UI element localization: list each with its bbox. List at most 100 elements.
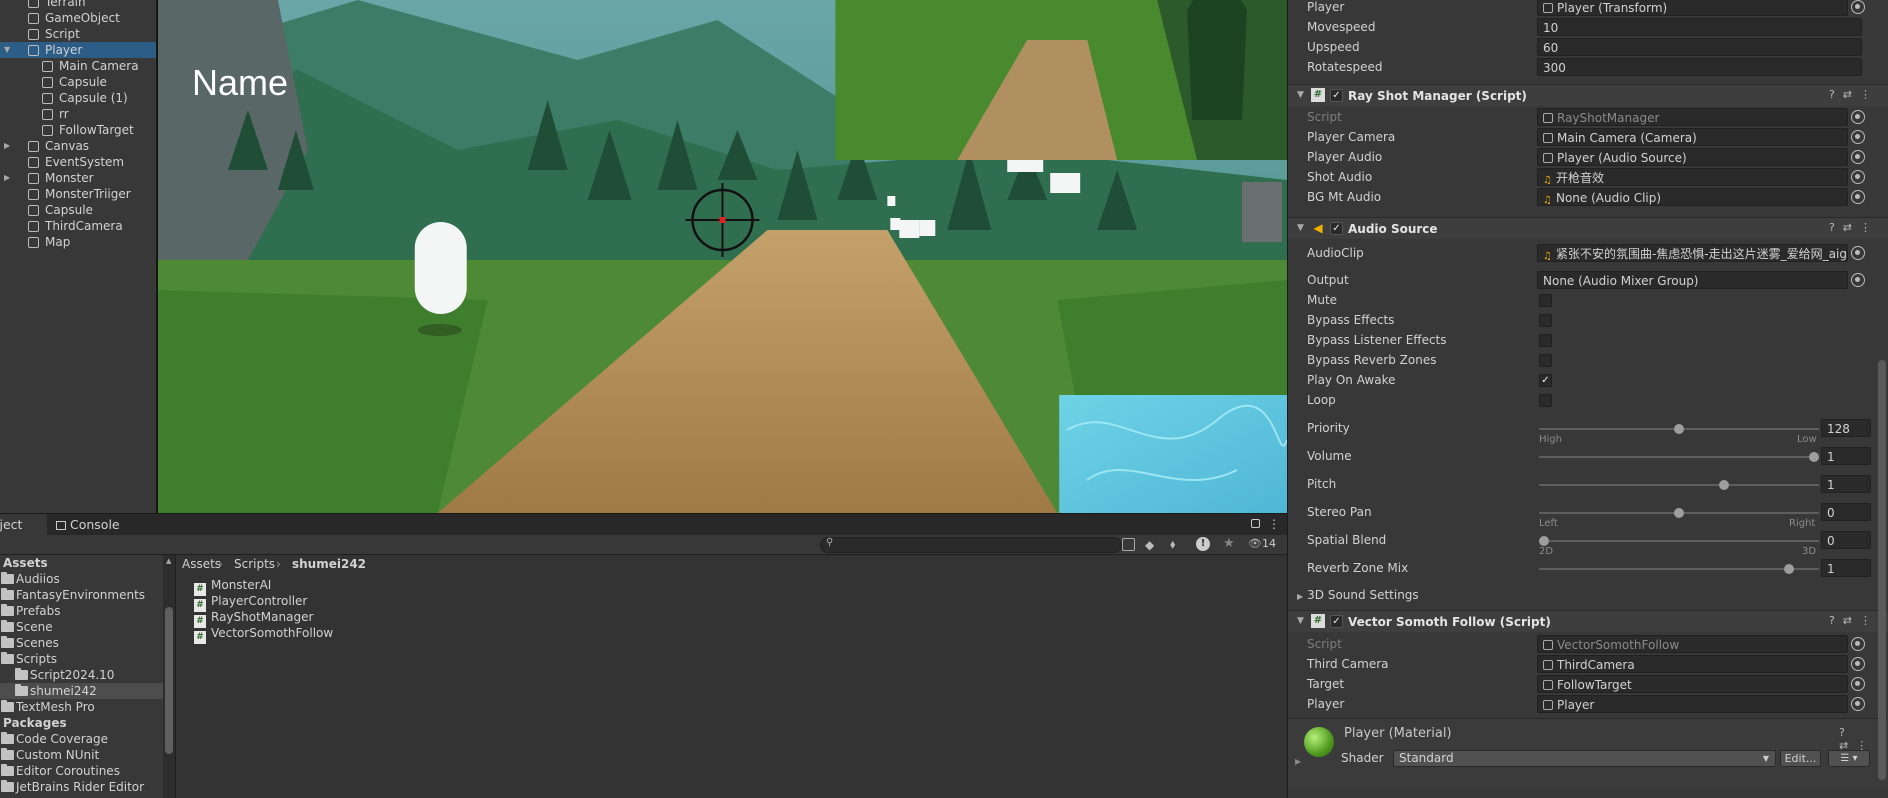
scroll-thumb[interactable]	[165, 607, 173, 754]
hierarchy-item[interactable]: ▶ Monster	[0, 170, 156, 186]
object-field[interactable]: None (Audio Mixer Group)	[1537, 271, 1848, 289]
folder-item[interactable]: TextMesh Pro	[0, 699, 165, 715]
presets-icon[interactable]: ⇄	[1843, 221, 1860, 234]
hierarchy-item[interactable]: Main Camera	[0, 58, 156, 74]
object-picker-icon[interactable]	[1851, 246, 1865, 260]
help-icon[interactable]: ?	[1829, 221, 1843, 234]
object-field[interactable]: VectorSomothFollow	[1537, 635, 1848, 653]
component-header[interactable]: ▼ ◀ ✓ Audio Source ?⇄⋮	[1288, 217, 1888, 239]
hierarchy-item[interactable]: Terrain	[0, 0, 156, 10]
chevron-right-icon[interactable]: ▶	[4, 170, 10, 186]
tab-console[interactable]: Console	[56, 514, 120, 536]
object-field[interactable]: Main Camera (Camera)	[1537, 128, 1848, 146]
tree-section-header[interactable]: Assets	[0, 555, 165, 571]
game-view[interactable]: Name	[157, 0, 1287, 513]
object-field[interactable]: RayShotManager	[1537, 108, 1848, 126]
more-options-icon[interactable]: ⋮	[1268, 517, 1280, 531]
component-header[interactable]: ▼ # ✓ Ray Shot Manager (Script) ?⇄⋮	[1288, 84, 1888, 106]
component-enabled-checkbox[interactable]: ✓	[1330, 89, 1343, 102]
help-icon[interactable]: ?	[1839, 726, 1853, 739]
folder-item[interactable]: Scenes	[0, 635, 165, 651]
hierarchy-item[interactable]: Map	[0, 234, 156, 250]
slider-knob[interactable]	[1809, 452, 1819, 462]
tree-section-header[interactable]: Packages	[0, 715, 165, 731]
more-options-icon[interactable]: ⋮	[1860, 221, 1879, 234]
slider-track[interactable]	[1539, 452, 1819, 462]
shader-dropdown[interactable]: Standard ▼	[1393, 750, 1776, 767]
slider-value-field[interactable]: 0	[1821, 503, 1871, 521]
sound-settings-foldout[interactable]: ▶ 3D Sound Settings	[1297, 586, 1419, 604]
folder-item[interactable]: Script2024.10	[0, 667, 165, 683]
toggle-checkbox[interactable]	[1539, 394, 1552, 407]
object-field[interactable]: ♫ 紧张不安的氛围曲-焦虑恐惧-走出这片迷雾_爱给网_aige	[1537, 244, 1848, 262]
hidden-packages-toggle[interactable]: 👁14	[1248, 537, 1276, 550]
scroll-up-arrow[interactable]: ▲	[166, 557, 171, 565]
script-file-item[interactable]: # VectorSomothFollow	[194, 625, 333, 644]
folder-item[interactable]: Scene	[0, 619, 165, 635]
component-header[interactable]: ▼ # ✓ Vector Somoth Follow (Script) ?⇄⋮	[1288, 610, 1888, 632]
object-picker-icon[interactable]	[1851, 150, 1865, 164]
slider-knob[interactable]	[1539, 536, 1549, 546]
lock-icon[interactable]	[1251, 519, 1260, 528]
object-field[interactable]: Player	[1537, 695, 1848, 713]
slider-knob[interactable]	[1718, 480, 1729, 490]
number-field[interactable]: 10	[1537, 18, 1862, 36]
script-file-item[interactable]: # MonsterAI	[194, 577, 271, 596]
chevron-down-icon[interactable]: ▼	[1297, 90, 1304, 100]
number-field[interactable]: 300	[1537, 58, 1862, 76]
warning-icon[interactable]: !	[1196, 537, 1210, 551]
toggle-checkbox[interactable]	[1539, 354, 1552, 367]
object-picker-icon[interactable]	[1851, 637, 1865, 651]
slider-value-field[interactable]: 1	[1821, 475, 1871, 493]
hierarchy-item[interactable]: ▼ Player	[0, 42, 156, 58]
slider-knob[interactable]	[1674, 424, 1684, 434]
slider-value-field[interactable]: 128	[1821, 419, 1871, 437]
script-file-item[interactable]: # PlayerController	[194, 593, 307, 612]
hierarchy-item[interactable]: ▶ Canvas	[0, 138, 156, 154]
slider-track[interactable]	[1539, 564, 1819, 574]
slider-track[interactable]	[1539, 536, 1819, 546]
hierarchy-item[interactable]: Capsule (1)	[0, 90, 156, 106]
toggle-checkbox[interactable]	[1539, 314, 1552, 327]
chevron-right-icon[interactable]: ▶	[1295, 757, 1301, 766]
breadcrumb-item[interactable]: Assets	[182, 557, 221, 571]
object-picker-icon[interactable]	[1851, 697, 1865, 711]
more-options-icon[interactable]: ⋮	[1860, 88, 1879, 101]
folder-item[interactable]: FantasyEnvironments	[0, 587, 165, 603]
object-picker-icon[interactable]	[1851, 0, 1865, 14]
help-icon[interactable]: ?	[1829, 88, 1843, 101]
filter-by-label-icon[interactable]: ◆	[1145, 538, 1154, 552]
slider-knob[interactable]	[1674, 508, 1684, 518]
slider-track[interactable]	[1539, 424, 1819, 434]
folder-item[interactable]: Code Coverage	[0, 731, 165, 747]
tab-project[interactable]: roject	[0, 514, 47, 536]
hierarchy-item[interactable]: ThirdCamera	[0, 218, 156, 234]
folder-item[interactable]: Audiios	[0, 571, 165, 587]
breadcrumb-item[interactable]: Scripts	[234, 557, 275, 571]
project-tree-scrollbar[interactable]: ▲	[163, 555, 175, 798]
object-field[interactable]: ♫ 开枪音效	[1537, 168, 1848, 186]
component-enabled-checkbox[interactable]: ✓	[1330, 222, 1343, 235]
slider-track[interactable]	[1539, 508, 1819, 518]
folder-item[interactable]: Prefabs	[0, 603, 165, 619]
presets-icon[interactable]: ⇄	[1843, 88, 1860, 101]
tag-icon[interactable]: ⬧	[1170, 537, 1175, 552]
slider-value-field[interactable]: 1	[1821, 559, 1871, 577]
folder-item[interactable]: shumei242	[0, 683, 165, 699]
hierarchy-item[interactable]: rr	[0, 106, 156, 122]
search-field[interactable]	[837, 538, 1117, 552]
component-enabled-checkbox[interactable]: ✓	[1330, 615, 1343, 628]
script-file-item[interactable]: # RayShotManager	[194, 609, 313, 628]
folder-item[interactable]: Editor Coroutines	[0, 763, 165, 779]
edit-shader-button[interactable]: Edit...	[1780, 750, 1821, 767]
folder-item[interactable]: JetBrains Rider Editor	[0, 779, 165, 795]
object-picker-icon[interactable]	[1851, 110, 1865, 124]
object-picker-icon[interactable]	[1851, 677, 1865, 691]
toggle-checkbox[interactable]	[1539, 334, 1552, 347]
material-settings-button[interactable]: ☰ ▾	[1828, 750, 1870, 767]
chevron-down-icon[interactable]: ▼	[4, 42, 10, 58]
more-options-icon[interactable]: ⋮	[1856, 739, 1875, 752]
folder-item[interactable]: Scripts	[0, 651, 165, 667]
more-options-icon[interactable]: ⋮	[1860, 614, 1879, 627]
toggle-checkbox[interactable]	[1539, 294, 1552, 307]
